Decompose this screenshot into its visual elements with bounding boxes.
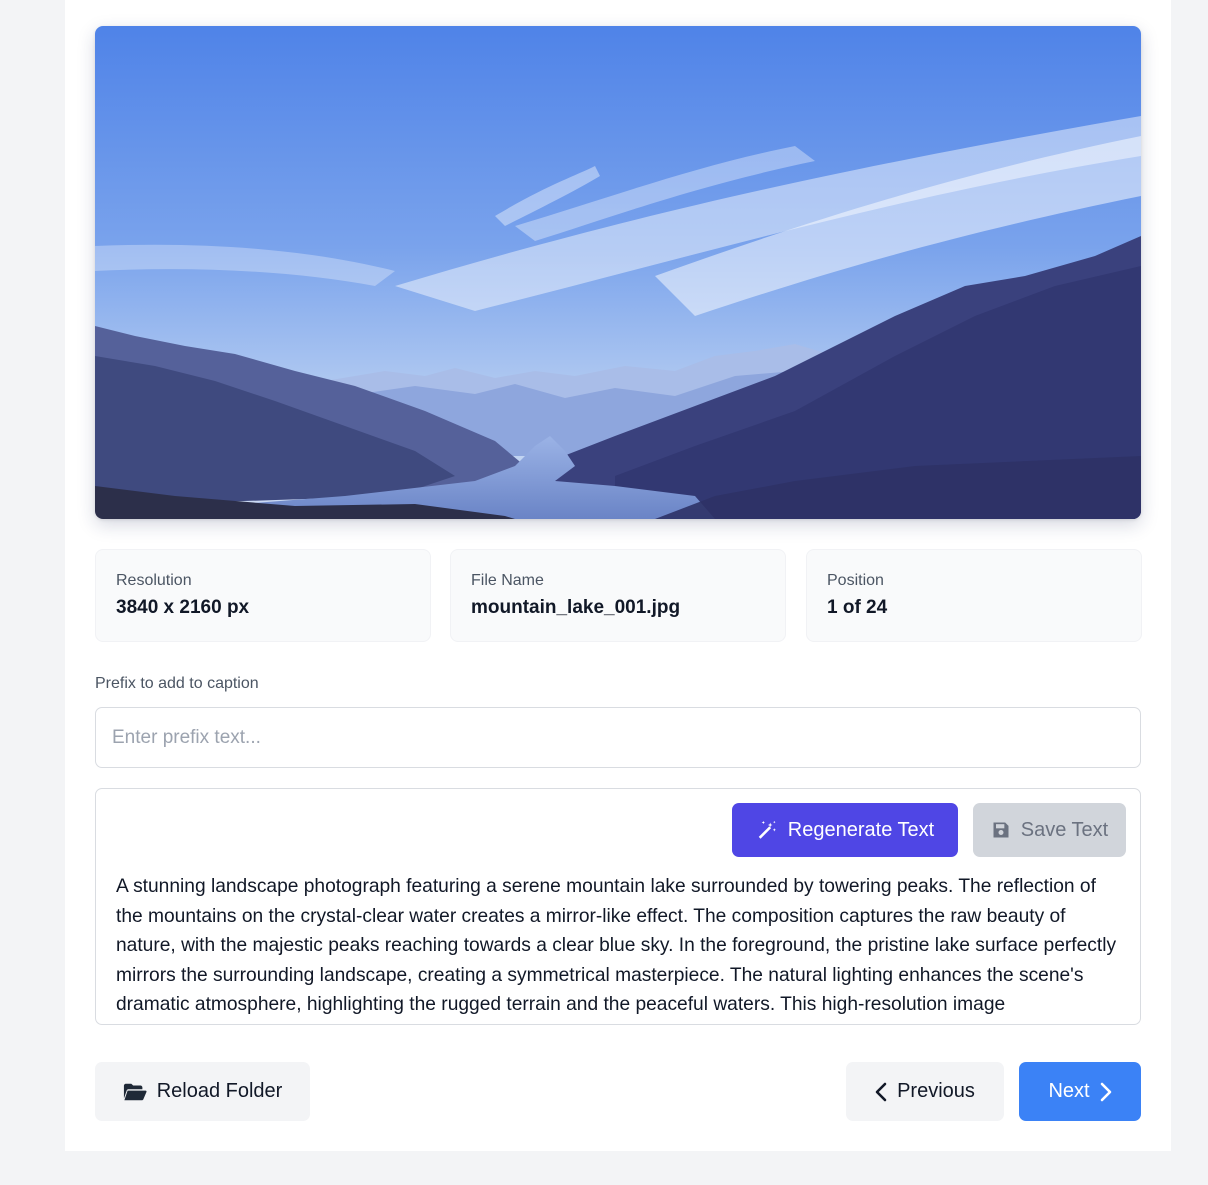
image-preview — [95, 26, 1141, 519]
regenerate-text-label: Regenerate Text — [787, 818, 935, 841]
prefix-input[interactable] — [95, 707, 1141, 768]
reload-folder-label: Reload Folder — [156, 1080, 283, 1102]
magic-wand-icon — [758, 820, 776, 839]
reload-folder-button[interactable]: Reload Folder — [95, 1062, 310, 1121]
caption-box: Regenerate Text Save Text A stunning lan… — [95, 788, 1141, 1025]
next-button[interactable]: Next — [1019, 1062, 1141, 1121]
position-card: Position 1 of 24 — [806, 549, 1142, 642]
position-label: Position — [827, 572, 884, 589]
resolution-value: 3840 x 2160 px — [116, 597, 250, 618]
floppy-disk-icon — [993, 822, 1009, 838]
main-panel: Resolution 3840 x 2160 px File Name moun… — [65, 0, 1171, 1151]
previous-button[interactable]: Previous — [846, 1062, 1004, 1121]
chevron-left-icon — [875, 1082, 887, 1101]
next-label: Next — [1048, 1080, 1090, 1102]
resolution-card: Resolution 3840 x 2160 px — [95, 549, 431, 642]
previous-label: Previous — [897, 1080, 975, 1102]
file-name-value: mountain_lake_001.jpg — [471, 597, 681, 618]
landscape-image — [95, 26, 1141, 519]
position-value: 1 of 24 — [827, 597, 888, 618]
caption-text[interactable]: A stunning landscape photograph featurin… — [116, 872, 1126, 1020]
file-name-label: File Name — [471, 572, 544, 589]
resolution-label: Resolution — [116, 572, 192, 589]
folder-open-icon — [123, 1083, 147, 1100]
chevron-right-icon — [1100, 1082, 1111, 1101]
regenerate-text-button[interactable]: Regenerate Text — [732, 803, 958, 857]
file-name-card: File Name mountain_lake_001.jpg — [450, 549, 786, 642]
save-text-button[interactable]: Save Text — [973, 803, 1126, 857]
save-text-label: Save Text — [1020, 818, 1109, 841]
prefix-label: Prefix to add to caption — [95, 675, 259, 692]
